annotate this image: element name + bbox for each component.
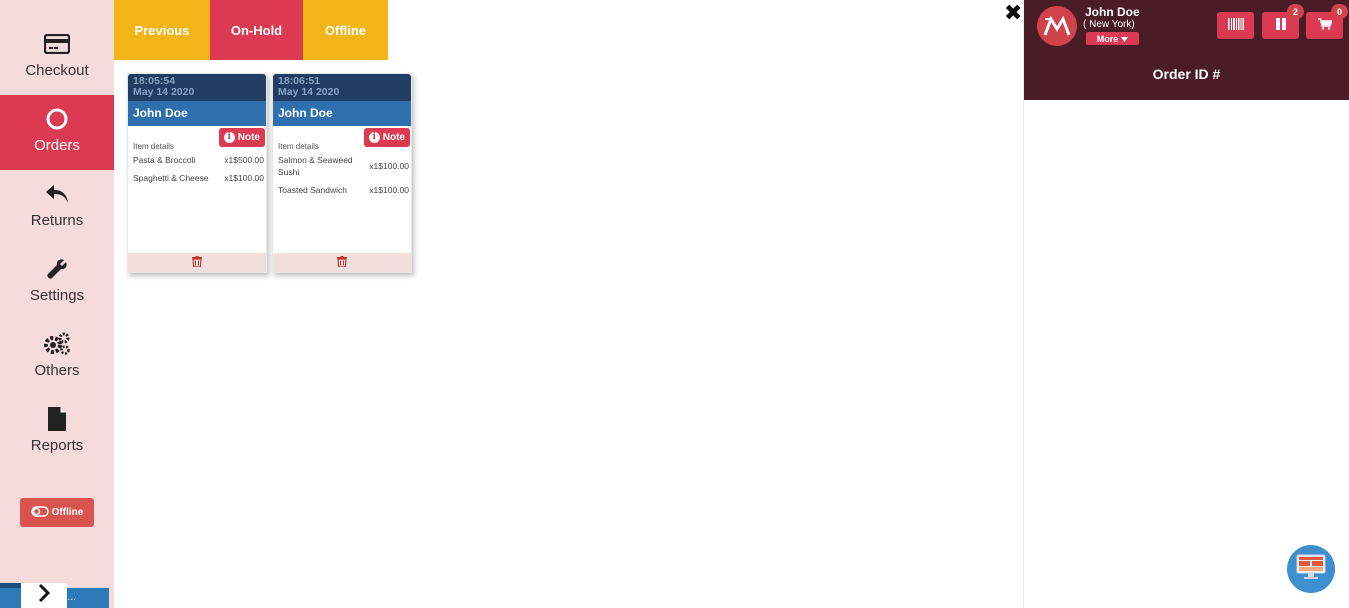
order-card-header: 18:05:54 May 14 2020 bbox=[128, 74, 266, 101]
user-name: John Doe bbox=[1085, 5, 1140, 19]
item-details-label: Item details bbox=[278, 142, 319, 151]
toggle-icon bbox=[30, 505, 49, 520]
item-price: x1$500.00 bbox=[224, 155, 264, 165]
note-label: Note bbox=[237, 132, 260, 143]
order-item: Salmon & Seaweed Sushi x1$100.00 bbox=[278, 154, 409, 178]
sidebar-item-returns[interactable]: Returns bbox=[0, 170, 114, 245]
order-card-footer bbox=[273, 253, 411, 272]
tab-on-hold[interactable]: On-Hold bbox=[210, 0, 303, 60]
order-customer: John Doe bbox=[128, 101, 266, 126]
monitor-icon bbox=[1296, 554, 1326, 585]
sidebar-item-label: Others bbox=[34, 362, 80, 379]
wrench-icon bbox=[43, 256, 71, 282]
order-panel-header: John Doe ( New York) More 2 0 Order ID # bbox=[1024, 0, 1349, 100]
order-items: Pasta & Broccoli x1$500.00 Spaghetti & C… bbox=[133, 154, 264, 190]
hold-orders-button[interactable]: 2 bbox=[1262, 4, 1304, 39]
sidebar-item-label: Orders bbox=[34, 137, 80, 154]
order-card[interactable]: 18:05:54 May 14 2020 John Doe i Note Ite… bbox=[127, 73, 267, 273]
order-panel: John Doe ( New York) More 2 0 Order ID # bbox=[1023, 0, 1349, 608]
order-card[interactable]: 18:06:51 May 14 2020 John Doe i Note Ite… bbox=[272, 73, 412, 273]
pos-app: Checkout Orders Returns Settings Others bbox=[0, 0, 1349, 608]
tab-offline[interactable]: Offline bbox=[303, 0, 388, 60]
order-item: Pasta & Broccoli x1$500.00 bbox=[133, 154, 264, 166]
order-items: Salmon & Seaweed Sushi x1$100.00 Toasted… bbox=[278, 154, 409, 202]
note-button[interactable]: i Note bbox=[363, 128, 410, 147]
order-tabs: Previous On-Hold Offline bbox=[114, 0, 388, 60]
circle-icon bbox=[43, 106, 71, 132]
item-price: x1$100.00 bbox=[224, 173, 264, 183]
order-date: May 14 2020 bbox=[133, 86, 195, 98]
item-price: x1$100.00 bbox=[369, 161, 409, 171]
chevron-right-icon bbox=[37, 583, 51, 608]
sidebar: Checkout Orders Returns Settings Others bbox=[0, 0, 114, 608]
order-item: Spaghetti & Cheese x1$100.00 bbox=[133, 172, 264, 184]
sidebar-item-label: Returns bbox=[30, 212, 84, 229]
note-label: Note bbox=[382, 132, 405, 143]
order-date: May 14 2020 bbox=[278, 86, 340, 98]
brand-logo bbox=[1037, 6, 1077, 46]
credit-card-icon bbox=[43, 31, 71, 57]
info-icon: i bbox=[368, 132, 380, 143]
more-label: More bbox=[1096, 33, 1119, 44]
item-name: Spaghetti & Cheese bbox=[133, 173, 209, 183]
order-customer: John Doe bbox=[273, 101, 411, 126]
info-icon: i bbox=[223, 132, 235, 143]
reply-icon bbox=[43, 181, 71, 207]
cart-icon bbox=[1317, 17, 1333, 35]
cart-button[interactable]: 0 bbox=[1306, 4, 1348, 39]
sidebar-item-label: Reports bbox=[30, 437, 84, 454]
hold-count-badge: 2 bbox=[1287, 4, 1304, 19]
user-location: ( New York) bbox=[1083, 19, 1135, 30]
tab-previous[interactable]: Previous bbox=[114, 0, 210, 60]
order-id-label: Order ID # bbox=[1152, 66, 1221, 82]
sidebar-item-label: Settings bbox=[29, 287, 85, 304]
caret-down-icon bbox=[1121, 34, 1129, 44]
offline-toggle-button[interactable]: Offline bbox=[20, 498, 94, 527]
close-icon[interactable]: ✖ bbox=[1004, 2, 1024, 24]
item-name: Salmon & Seaweed Sushi bbox=[278, 155, 353, 177]
item-details-label: Item details bbox=[133, 142, 174, 151]
sidebar-item-checkout[interactable]: Checkout bbox=[0, 20, 114, 95]
sidebar-item-orders[interactable]: Orders bbox=[0, 95, 114, 170]
barcode-icon bbox=[1227, 17, 1244, 35]
sidebar-item-label: Checkout bbox=[25, 62, 89, 79]
barcode-button[interactable] bbox=[1217, 12, 1254, 39]
sidebar-item-reports[interactable]: Reports bbox=[0, 395, 114, 470]
note-button[interactable]: i Note bbox=[218, 128, 265, 147]
offline-label: Offline bbox=[51, 507, 84, 518]
gears-icon bbox=[43, 331, 71, 357]
pause-icon bbox=[1275, 17, 1287, 35]
order-card-header: 18:06:51 May 14 2020 bbox=[273, 74, 411, 101]
expand-sidebar-button[interactable] bbox=[21, 583, 67, 608]
item-price: x1$100.00 bbox=[369, 185, 409, 195]
sidebar-item-settings[interactable]: Settings bbox=[0, 245, 114, 320]
trash-icon[interactable] bbox=[337, 254, 347, 272]
order-card-footer bbox=[128, 253, 266, 272]
item-name: Pasta & Broccoli bbox=[133, 155, 196, 165]
customer-display-button[interactable] bbox=[1287, 545, 1335, 593]
more-dropdown[interactable]: More bbox=[1086, 32, 1139, 45]
file-icon bbox=[43, 406, 71, 432]
cart-count-badge: 0 bbox=[1331, 4, 1348, 19]
trash-icon[interactable] bbox=[192, 254, 202, 272]
order-item: Toasted Sandwich x1$100.00 bbox=[278, 184, 409, 196]
item-name: Toasted Sandwich bbox=[278, 185, 347, 195]
sidebar-item-others[interactable]: Others bbox=[0, 320, 114, 395]
